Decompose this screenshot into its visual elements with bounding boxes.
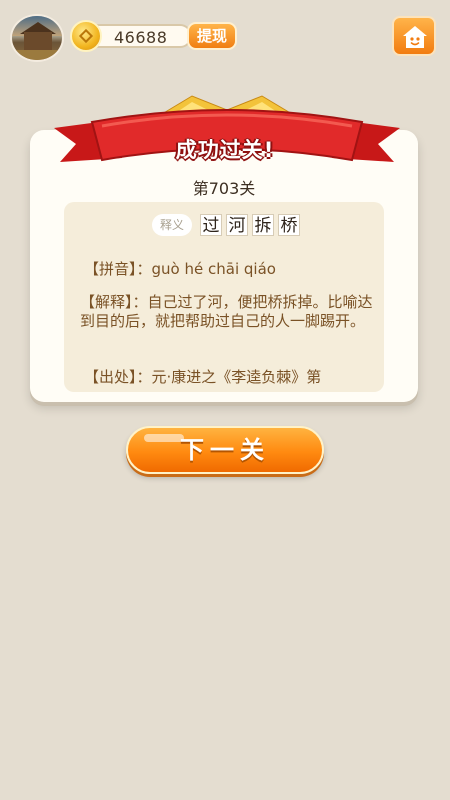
idiom-char: 桥 <box>278 214 300 236</box>
pinyin-value: guò hé chāi qiáo <box>151 260 276 278</box>
avatar-ground <box>12 50 62 60</box>
source-label: 【出处】： <box>84 368 152 386</box>
avatar[interactable] <box>10 14 64 62</box>
idiom-char: 拆 <box>252 214 274 236</box>
level-title: 第703关 <box>192 179 256 198</box>
next-level-button[interactable]: 下一关 <box>126 426 324 474</box>
source-row: 【出处】：元·康进之《李逵负棘》第 <box>84 366 321 387</box>
meaning-tag[interactable]: 释义 <box>152 214 192 236</box>
next-level-label: 下一关 <box>180 436 270 464</box>
withdraw-button[interactable]: 提现 <box>187 22 237 50</box>
idiom-char: 过 <box>200 214 222 236</box>
pinyin-label: 【拼音】： <box>84 260 152 278</box>
source-value: 元·康进之《李逵负棘》第 <box>151 368 322 386</box>
explanation-row: 【解释】：自己过了河，便把桥拆掉。比喻达到目的后，就把帮助过自己的人一脚踢开。 <box>80 293 385 331</box>
coin-count: 46688 <box>114 28 168 47</box>
idiom-char: 河 <box>226 214 248 236</box>
pinyin-row: 【拼音】：guò hé chāi qiáo <box>84 258 276 279</box>
idiom-word: 过河拆桥 <box>200 214 304 236</box>
home-button[interactable] <box>392 16 436 56</box>
home-icon <box>403 26 427 48</box>
coin-icon <box>70 20 102 52</box>
explanation-label: 【解释】： <box>80 293 148 311</box>
success-title: 成功过关! <box>175 138 275 162</box>
avatar-house <box>24 32 52 50</box>
coin-hole <box>78 28 94 44</box>
